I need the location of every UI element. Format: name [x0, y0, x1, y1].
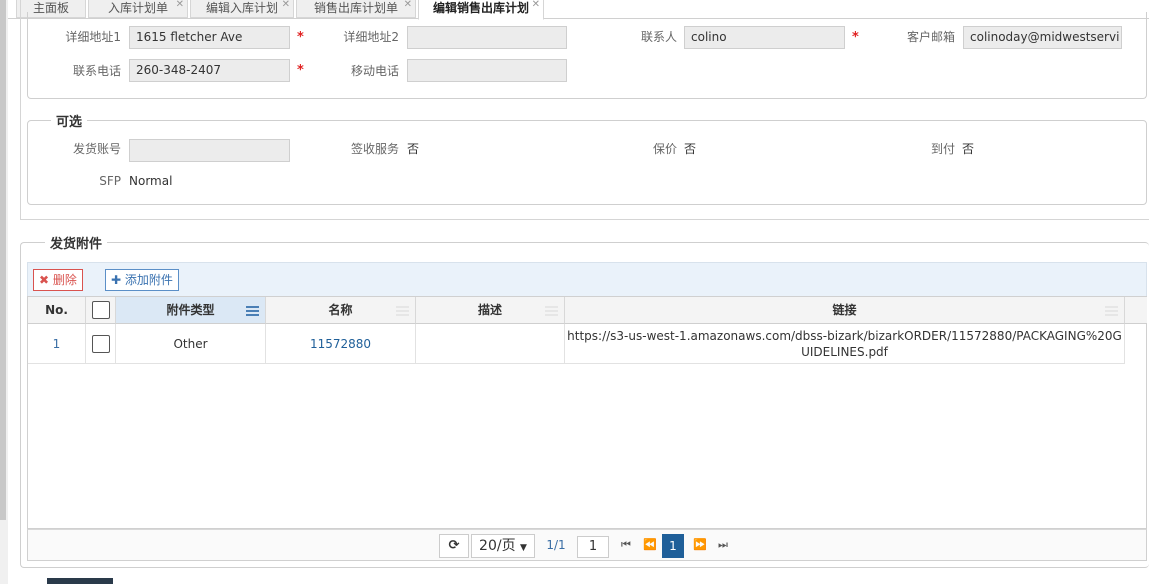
sfp-value: Normal: [129, 174, 173, 188]
shipping-account-input[interactable]: [129, 139, 290, 162]
refresh-icon: ⟳: [448, 538, 460, 553]
row-number: 1: [28, 324, 86, 364]
mobile-label: 移动电话: [350, 64, 399, 78]
column-header-no: No.: [28, 297, 86, 324]
page-info: 1/1: [546, 538, 566, 552]
column-menu-icon[interactable]: [396, 306, 409, 316]
pagination-bar: ⟳ 20/页 ▼ 1/1 1 ⏮ ⏪ 1 ⏩ ⏭: [27, 529, 1147, 561]
row-desc: [416, 324, 565, 364]
row-checkbox[interactable]: [91, 334, 110, 353]
first-page-icon[interactable]: ⏮: [621, 538, 631, 552]
column-menu-icon[interactable]: [246, 306, 259, 316]
caret-down-icon: ▼: [520, 543, 527, 553]
refresh-button[interactable]: ⟳: [439, 534, 469, 558]
column-header-spacer: [1125, 297, 1147, 324]
sfp-label: SFP: [99, 174, 121, 188]
phone-label: 联系电话: [72, 64, 121, 78]
outer-panel-border: [20, 219, 1149, 220]
close-icon: ✖: [39, 273, 50, 287]
column-header-select: [86, 297, 116, 324]
column-header-name[interactable]: 名称: [266, 297, 416, 324]
contact-label: 联系人: [640, 30, 677, 44]
column-menu-icon[interactable]: [1105, 306, 1118, 316]
left-scrollbar-thumb[interactable]: [0, 0, 6, 520]
delete-button[interactable]: ✖ 删除: [33, 269, 83, 291]
signature-service-label: 签收服务: [350, 142, 399, 156]
plus-icon: ✚: [111, 273, 122, 287]
attachments-legend: 发货附件: [45, 233, 108, 252]
mobile-input[interactable]: [407, 59, 567, 82]
signature-service-value: 否: [407, 142, 420, 156]
page-number-input[interactable]: 1: [577, 536, 609, 558]
insurance-value: 否: [684, 142, 697, 156]
insurance-label: 保价: [652, 142, 677, 156]
email-input[interactable]: colinoday@midwestservi: [963, 26, 1122, 49]
required-mark: *: [297, 63, 304, 78]
attachments-grid: No. 附件类型 名称 描述 链接 1 Other 11572880 https…: [27, 296, 1147, 529]
detail-address2-label: 详细地址2: [343, 30, 399, 44]
shipping-account-label: 发货账号: [72, 142, 121, 156]
row-select-cell: [86, 324, 116, 364]
optional-fieldset: [27, 120, 1147, 205]
row-name-link[interactable]: 11572880: [266, 324, 416, 364]
row-type: Other: [116, 324, 266, 364]
required-mark: *: [852, 30, 859, 45]
cod-value: 否: [962, 142, 975, 156]
column-menu-icon[interactable]: [545, 306, 558, 316]
row-link[interactable]: https://s3-us-west-1.amazonaws.com/dbss-…: [565, 324, 1125, 364]
cod-label: 到付: [930, 142, 955, 156]
select-all-checkbox[interactable]: [91, 301, 110, 319]
next-page-icon[interactable]: ⏩: [693, 538, 707, 551]
add-attachment-button[interactable]: ✚ 添加附件: [105, 269, 179, 291]
current-page-button[interactable]: 1: [662, 534, 684, 558]
column-header-link[interactable]: 链接: [565, 297, 1125, 324]
column-header-type[interactable]: 附件类型: [116, 297, 266, 324]
email-label: 客户邮箱: [906, 30, 955, 44]
page-size-select[interactable]: 20/页 ▼: [471, 534, 535, 558]
detail-address1-input[interactable]: 1615 fletcher Ave: [129, 26, 290, 49]
last-page-icon[interactable]: ⏭: [718, 538, 728, 552]
optional-legend: 可选: [51, 111, 88, 130]
detail-address1-label: 详细地址1: [65, 30, 121, 44]
attachments-toolbar: ✖ 删除 ✚ 添加附件: [27, 262, 1147, 296]
prev-page-icon[interactable]: ⏪: [643, 538, 657, 551]
contact-input[interactable]: colino: [684, 26, 845, 49]
required-mark: *: [297, 30, 304, 45]
outer-panel-border: [20, 0, 21, 220]
column-header-desc[interactable]: 描述: [416, 297, 565, 324]
phone-input[interactable]: 260-348-2407: [129, 59, 290, 82]
bottom-element-cutoff: [47, 578, 113, 584]
detail-address2-input[interactable]: [407, 26, 567, 49]
